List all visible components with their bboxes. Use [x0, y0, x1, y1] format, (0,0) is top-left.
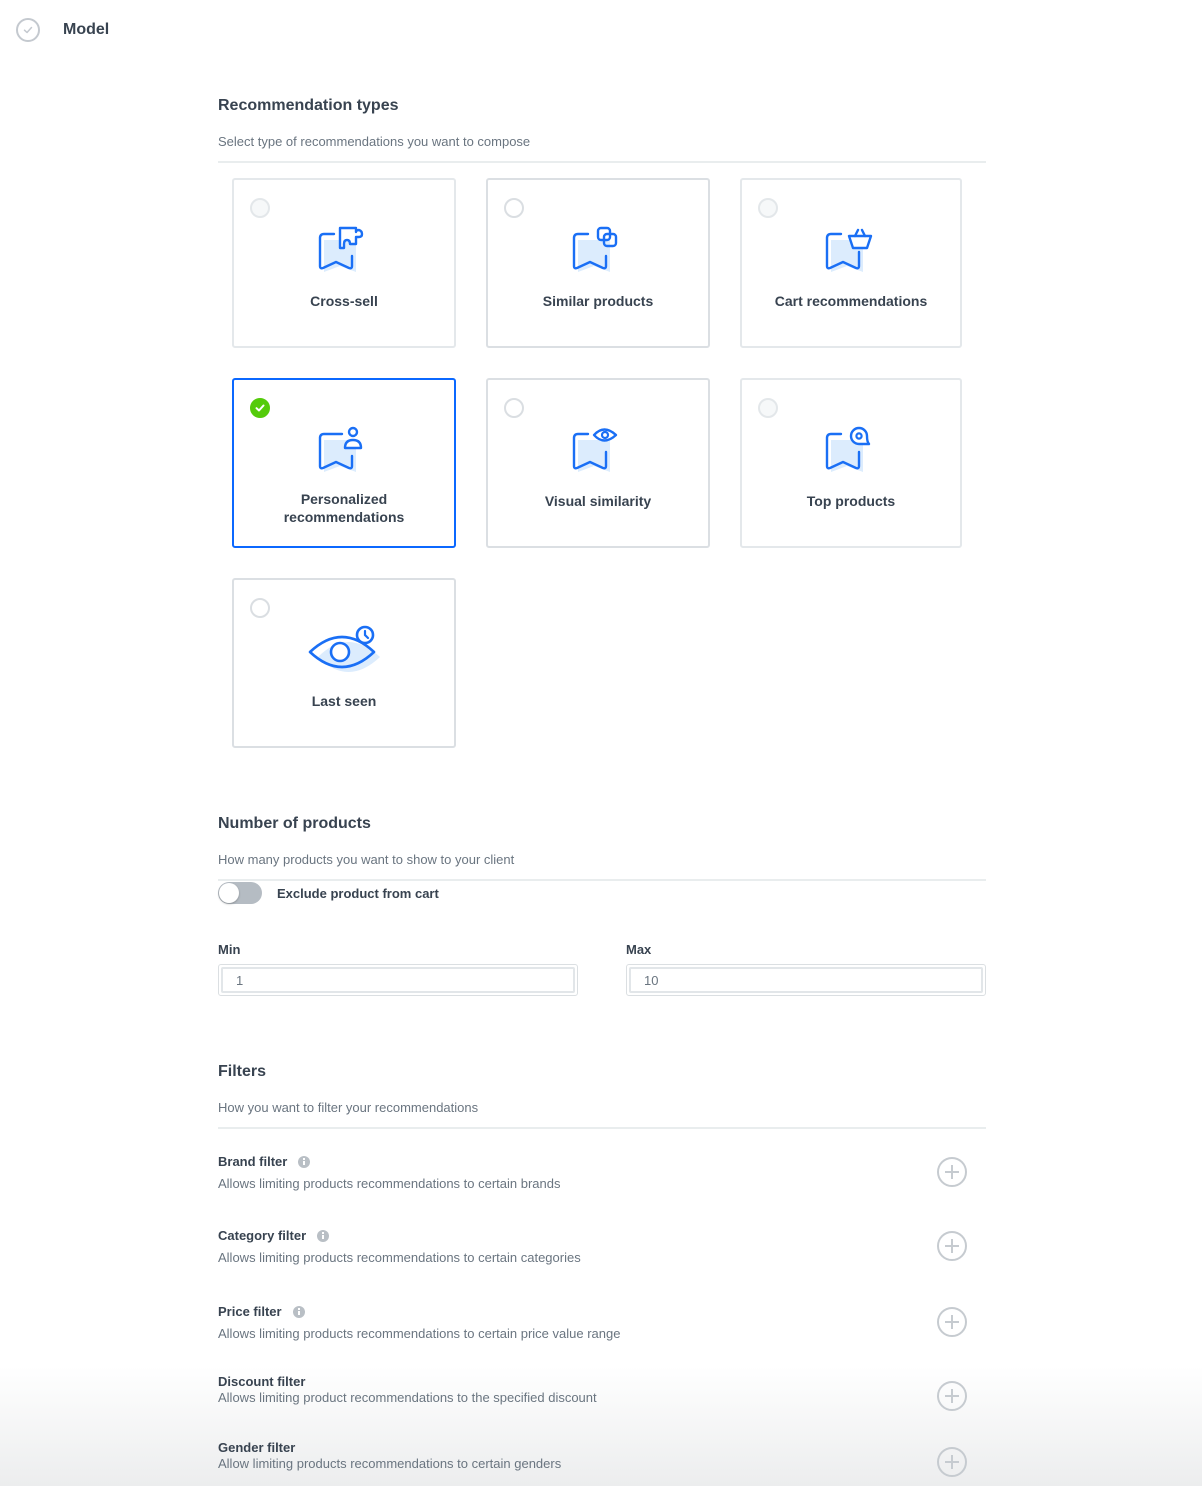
card-label-line-1: Personalized	[300, 491, 388, 507]
filter-description: Allow limiting products recommendations …	[218, 1456, 562, 1471]
max-label: Max	[626, 942, 652, 957]
eye-clock-icon	[308, 625, 380, 672]
card-label: Cart recommendations	[774, 293, 928, 309]
min-field	[218, 964, 578, 996]
toggle-knob	[219, 883, 239, 903]
card-visual-similarity[interactable]: Visual similarity	[486, 378, 710, 548]
filter-price: Price filter Allows limiting products re…	[218, 1304, 986, 1348]
card-personalized-recommendations[interactable]: Personalized recommendations	[232, 378, 456, 548]
card-top-products[interactable]: Top products	[740, 378, 962, 548]
card-label: Last seen	[311, 693, 377, 709]
filter-title-text: Gender filter	[218, 1440, 296, 1455]
number-of-products-description: How many products you want to show to yo…	[218, 852, 515, 867]
radio-cross-sell[interactable]	[250, 198, 270, 218]
filter-title-text: Price filter	[218, 1304, 282, 1319]
filter-category: Category filter Allows limiting products…	[218, 1228, 986, 1272]
card-similar-products[interactable]: Similar products	[486, 178, 710, 348]
add-brand-filter-button[interactable]	[937, 1157, 967, 1187]
card-label: Personalized recommendations	[234, 490, 454, 526]
exclude-from-cart-toggle[interactable]	[218, 882, 262, 904]
add-gender-filter-button[interactable]	[937, 1447, 967, 1477]
filter-title-text: Category filter	[218, 1228, 307, 1243]
filter-title: Brand filter	[218, 1154, 311, 1169]
step-title: Model	[63, 21, 110, 38]
min-input[interactable]	[221, 967, 575, 993]
filter-title: Price filter	[218, 1304, 305, 1319]
radio-last-seen[interactable]	[250, 598, 270, 618]
card-cross-sell[interactable]: Cross-sell	[232, 178, 456, 348]
filters-title: Filters	[218, 1063, 267, 1080]
filter-gender: Gender filter Allow limiting products re…	[218, 1440, 986, 1484]
card-cart-recommendations[interactable]: Cart recommendations	[740, 178, 962, 348]
card-label-line-2: recommendations	[283, 509, 405, 525]
filter-description: Allows limiting product recommendations …	[218, 1390, 597, 1405]
filter-discount: Discount filter Allows limiting product …	[218, 1374, 986, 1418]
radio-top-products[interactable]	[758, 398, 778, 418]
radio-similar-products[interactable]	[504, 198, 524, 218]
add-category-filter-button[interactable]	[937, 1231, 967, 1261]
filters-description: How you want to filter your recommendati…	[218, 1100, 479, 1115]
filter-title-text: Brand filter	[218, 1154, 288, 1169]
exclude-from-cart-label: Exclude product from cart	[277, 886, 439, 901]
card-label: Cross-sell	[310, 293, 378, 309]
radio-visual-similarity[interactable]	[504, 398, 524, 418]
card-label: Top products	[806, 493, 896, 509]
check-circle-icon	[16, 18, 40, 42]
info-icon[interactable]	[292, 1305, 305, 1318]
person-bookmark-icon	[318, 426, 363, 472]
divider	[218, 879, 986, 881]
info-icon[interactable]	[317, 1229, 330, 1242]
card-label: Visual similarity	[544, 493, 652, 509]
radio-personalized-recommendations[interactable]	[250, 398, 270, 418]
filter-description: Allows limiting products recommendations…	[218, 1326, 621, 1341]
filter-brand: Brand filter Allows limiting products re…	[218, 1154, 986, 1198]
radio-cart-recommendations[interactable]	[758, 198, 778, 218]
puzzle-bookmark-icon	[318, 226, 364, 272]
add-price-filter-button[interactable]	[937, 1307, 967, 1337]
recommendation-types-description: Select type of recommendations you want …	[218, 134, 531, 149]
filter-title-text: Discount filter	[218, 1374, 306, 1389]
info-icon[interactable]	[298, 1155, 311, 1168]
divider	[218, 1127, 986, 1129]
filter-title: Discount filter	[218, 1374, 305, 1389]
filter-description: Allows limiting products recommendations…	[218, 1176, 561, 1191]
max-input[interactable]	[629, 967, 983, 993]
card-label: Similar products	[542, 293, 654, 309]
filter-title: Gender filter	[218, 1440, 295, 1455]
card-last-seen[interactable]: Last seen	[232, 578, 456, 748]
max-field	[626, 964, 986, 996]
step-header: Model	[16, 18, 109, 42]
eye-bookmark-icon	[572, 428, 618, 472]
filter-description: Allows limiting products recommendations…	[218, 1250, 581, 1265]
min-label: Min	[218, 942, 241, 957]
add-discount-filter-button[interactable]	[937, 1381, 967, 1411]
recommendation-types-title: Recommendation types	[218, 97, 399, 114]
basket-bookmark-icon	[825, 228, 873, 272]
pin-bookmark-icon	[825, 426, 871, 472]
overlapping-squares-bookmark-icon	[572, 226, 618, 272]
number-of-products-title: Number of products	[218, 815, 371, 832]
divider	[218, 161, 986, 163]
filter-title: Category filter	[218, 1228, 330, 1243]
check-icon	[255, 404, 265, 412]
